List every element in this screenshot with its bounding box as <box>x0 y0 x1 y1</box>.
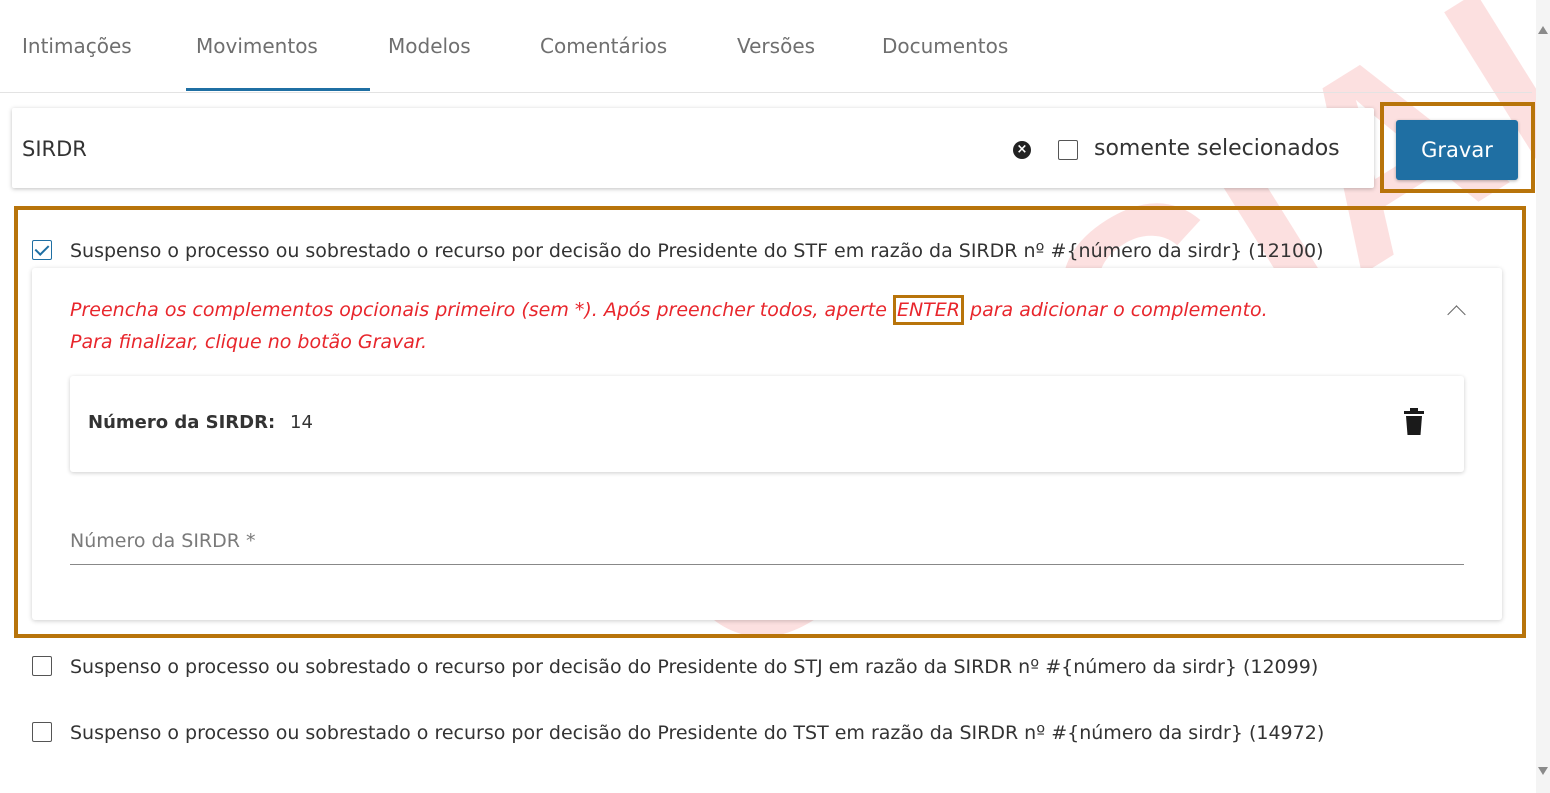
active-tab-indicator <box>186 88 370 91</box>
movement-label-12100[interactable]: Suspenso o processo ou sobrestado o recu… <box>70 240 1324 262</box>
movement-label-12099[interactable]: Suspenso o processo ou sobrestado o recu… <box>70 656 1318 678</box>
filter-bar: × somente selecionados <box>12 108 1374 188</box>
complement-instructions: Preencha os complementos opcionais prime… <box>70 294 1400 358</box>
chevron-up-icon[interactable] <box>1447 305 1466 324</box>
enter-key-highlight: ENTER <box>892 295 964 325</box>
scroll-up-icon[interactable] <box>1538 26 1548 34</box>
complement-label: Número da SIRDR: <box>88 412 276 433</box>
search-input[interactable] <box>20 132 924 166</box>
instruction-finalize: Para finalizar, clique no botão Gravar. <box>70 331 428 353</box>
movement-checkbox-14972[interactable] <box>32 722 52 742</box>
page: OFICIAL Intimações Movimentos Modelos Co… <box>0 0 1550 793</box>
instruction-text: Preencha os complementos opcionais prime… <box>70 299 893 321</box>
clear-circle-icon[interactable]: × <box>1013 141 1031 159</box>
movement-checkbox-12099[interactable] <box>32 656 52 676</box>
tab-bar: Intimações Movimentos Modelos Comentário… <box>0 0 1532 93</box>
tab-intimacoes[interactable]: Intimações <box>22 34 132 58</box>
scrollbar[interactable] <box>1536 0 1550 793</box>
complement-value: 14 <box>290 412 313 433</box>
added-complement-item: Número da SIRDR: 14 <box>70 376 1464 472</box>
tab-comentarios[interactable]: Comentários <box>540 34 667 58</box>
movement-label-14972[interactable]: Suspenso o processo ou sobrestado o recu… <box>70 722 1324 744</box>
complement-panel: Preencha os complementos opcionais prime… <box>32 268 1502 620</box>
save-button[interactable]: Gravar <box>1396 120 1518 180</box>
tab-modelos[interactable]: Modelos <box>388 34 471 58</box>
only-selected-checkbox[interactable] <box>1058 140 1078 160</box>
trash-icon[interactable] <box>1403 408 1425 436</box>
sirdr-number-field[interactable] <box>70 518 1464 565</box>
tab-versoes[interactable]: Versões <box>737 34 815 58</box>
tab-documentos[interactable]: Documentos <box>882 34 1008 58</box>
only-selected-label[interactable]: somente selecionados <box>1094 136 1340 161</box>
tab-movimentos[interactable]: Movimentos <box>196 34 318 58</box>
checkmark-icon <box>34 241 50 256</box>
movement-checkbox-12100[interactable] <box>32 240 52 260</box>
instruction-text-cont: para adicionar o complemento. <box>963 299 1268 321</box>
scroll-down-icon[interactable] <box>1538 767 1548 775</box>
